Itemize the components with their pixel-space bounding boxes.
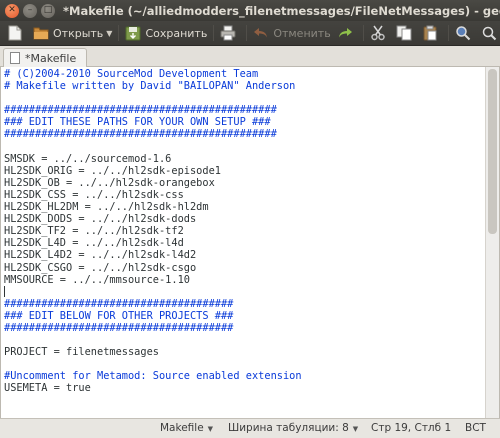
editor-line[interactable]: ##################################### (4, 298, 483, 310)
editor-line[interactable]: ### EDIT THESE PATHS FOR YOUR OWN SETUP … (4, 116, 483, 128)
language-selector[interactable]: Makefile ▼ (160, 422, 213, 434)
editor-line[interactable]: HL2SDK_L4D = ../../hl2sdk-l4d (4, 237, 483, 249)
toolbar-separator (362, 25, 364, 41)
title-bar: ✕ – □ *Makefile (~/alliedmodders_filenet… (0, 0, 500, 21)
chevron-down-icon: ▼ (207, 425, 214, 433)
editor-line[interactable]: HL2SDK_ORIG = ../../hl2sdk-episode1 (4, 165, 483, 177)
text-editor[interactable]: # (C)2004-2010 SourceMod Development Tea… (0, 67, 500, 418)
toolbar-separator (213, 25, 215, 41)
search-button[interactable] (452, 22, 478, 44)
close-icon: ✕ (8, 5, 16, 15)
minimize-window-button[interactable]: – (23, 3, 37, 18)
language-label: Makefile (160, 422, 204, 434)
editor-line[interactable]: HL2SDK_HL2DM = ../../hl2sdk-hl2dm (4, 201, 483, 213)
redo-button[interactable] (334, 22, 360, 44)
document-tabs: *Makefile (0, 46, 500, 67)
window-title: *Makefile (~/alliedmodders_filenetmessag… (63, 3, 500, 18)
toolbar-separator (118, 25, 120, 41)
undo-button-label: Отменить (273, 26, 331, 40)
save-icon (125, 25, 141, 41)
minimize-icon: – (27, 5, 33, 15)
close-window-button[interactable]: ✕ (5, 3, 19, 18)
editor-line[interactable]: ########################################… (4, 104, 483, 116)
editor-line[interactable]: #Uncomment for Metamod: Source enabled e… (4, 370, 483, 382)
open-button-label: Открыть (53, 26, 104, 40)
editor-line[interactable]: SMSDK = ../../sourcemod-1.6 (4, 153, 483, 165)
editor-line[interactable]: USEMETA = true (4, 382, 483, 394)
editor-line[interactable]: # (C)2004-2010 SourceMod Development Tea… (4, 68, 483, 80)
undo-icon (253, 25, 269, 41)
editor-line[interactable]: PROJECT = filenetmessages (4, 346, 483, 358)
cursor-position: Стр 19, Стлб 1 (371, 422, 452, 434)
maximize-icon: □ (43, 5, 53, 15)
tab-makefile[interactable]: *Makefile (3, 48, 88, 67)
open-button[interactable]: Открыть ▼ (30, 22, 115, 44)
editor-line[interactable]: HL2SDK_DODS = ../../hl2sdk-dods (4, 213, 483, 225)
editor-line[interactable]: HL2SDK_TF2 = ../../hl2sdk-tf2 (4, 225, 483, 237)
editor-line[interactable]: HL2SDK_CSGO = ../../hl2sdk-csgo (4, 262, 483, 274)
search-icon (455, 25, 471, 41)
toolbar: Открыть ▼ Сохранить Отменить (0, 21, 500, 46)
tab-width-label: Ширина табуляции: 8 (228, 422, 349, 434)
insert-mode-indicator: ВСТ (465, 422, 486, 434)
save-button-label: Сохранить (145, 26, 208, 40)
chevron-down-icon: ▼ (352, 425, 359, 433)
editor-line[interactable]: ##################################### (4, 322, 483, 334)
paste-button[interactable] (419, 22, 445, 44)
editor-line[interactable] (4, 141, 483, 153)
window-controls: ✕ – □ (5, 3, 55, 18)
editor-line[interactable]: HL2SDK_OB = ../../hl2sdk-orangebox (4, 177, 483, 189)
editor-line[interactable]: ### EDIT BELOW FOR OTHER PROJECTS ### (4, 310, 483, 322)
copy-button[interactable] (393, 22, 419, 44)
editor-line[interactable]: HL2SDK_L4D2 = ../../hl2sdk-l4d2 (4, 249, 483, 261)
open-folder-icon (33, 25, 49, 41)
find-replace-icon (481, 25, 497, 41)
status-bar: Makefile ▼ Ширина табуляции: 8 ▼ Стр 19, С… (0, 418, 500, 438)
copy-icon (396, 25, 412, 41)
print-button[interactable] (217, 22, 243, 44)
editor-line[interactable]: HL2SDK_CSS = ../../hl2sdk-css (4, 189, 483, 201)
editor-line[interactable] (4, 358, 483, 370)
vertical-scrollbar[interactable] (485, 67, 499, 418)
new-document-icon (7, 25, 23, 41)
new-document-button[interactable] (4, 22, 30, 44)
editor-line[interactable]: MMSOURCE = ../../mmsource-1.10 (4, 274, 483, 286)
editor-lines[interactable]: # (C)2004-2010 SourceMod Development Tea… (4, 68, 483, 395)
cut-button[interactable] (367, 22, 393, 44)
toolbar-separator (447, 25, 449, 41)
open-dropdown-icon[interactable]: ▼ (106, 29, 112, 38)
editor-line[interactable]: # Makefile written by David "BAILOPAN" A… (4, 80, 483, 92)
text-document-icon (10, 52, 20, 64)
editor-line[interactable] (4, 286, 483, 298)
editor-line[interactable] (4, 92, 483, 104)
undo-button[interactable]: Отменить (250, 22, 333, 44)
tab-label: *Makefile (25, 51, 77, 65)
editor-line[interactable]: ########################################… (4, 128, 483, 140)
redo-icon (337, 25, 353, 41)
replace-button[interactable] (478, 22, 500, 44)
editor-line[interactable] (4, 334, 483, 346)
scissors-icon (370, 25, 386, 41)
toolbar-separator (246, 25, 248, 41)
save-button[interactable]: Сохранить (122, 22, 210, 44)
tab-width-selector[interactable]: Ширина табуляции: 8 ▼ (228, 422, 358, 434)
maximize-window-button[interactable]: □ (41, 3, 55, 18)
paste-icon (422, 25, 438, 41)
print-icon (220, 25, 236, 41)
scrollbar-thumb[interactable] (488, 69, 497, 234)
